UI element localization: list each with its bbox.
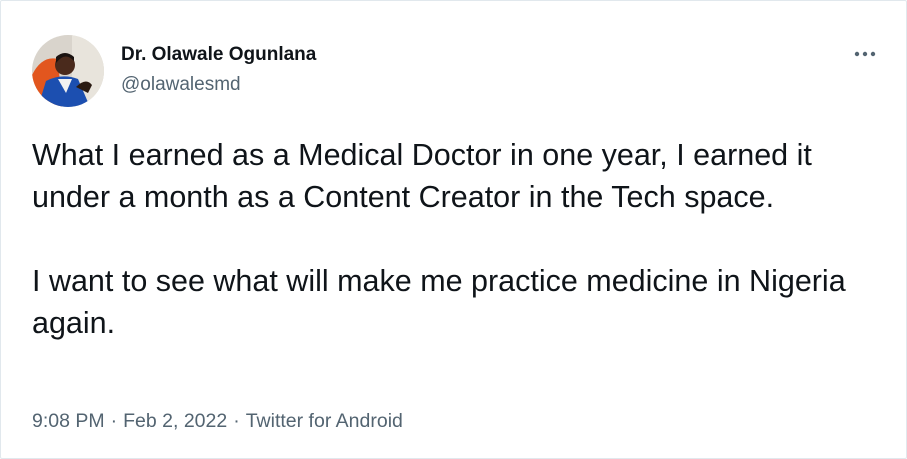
tweet-text: What I earned as a Medical Doctor in one… (32, 134, 862, 344)
more-dots-icon (854, 51, 876, 57)
tweet-paragraph: I want to see what will make me practice… (32, 264, 846, 340)
avatar[interactable] (32, 35, 104, 107)
tweet-time[interactable]: 9:08 PM (32, 410, 105, 432)
profile-photo-icon (32, 35, 104, 107)
tweet-source[interactable]: Twitter for Android (246, 410, 403, 432)
meta-separator: · (110, 410, 118, 432)
meta-separator: · (233, 410, 240, 432)
tweet-date[interactable]: Feb 2, 2022 (123, 410, 227, 432)
more-options-button[interactable] (847, 39, 883, 69)
author-display-name[interactable]: Dr. Olawale Ogunlana (121, 44, 316, 66)
author-handle[interactable]: @olawalesmd (121, 74, 241, 96)
tweet-paragraph: What I earned as a Medical Doctor in one… (32, 138, 812, 214)
tweet-meta: 9:08 PM · Feb 2, 2022 · Twitter for Android (32, 410, 403, 433)
tweet-card: Dr. Olawale Ogunlana @olawalesmd What I … (0, 0, 907, 459)
